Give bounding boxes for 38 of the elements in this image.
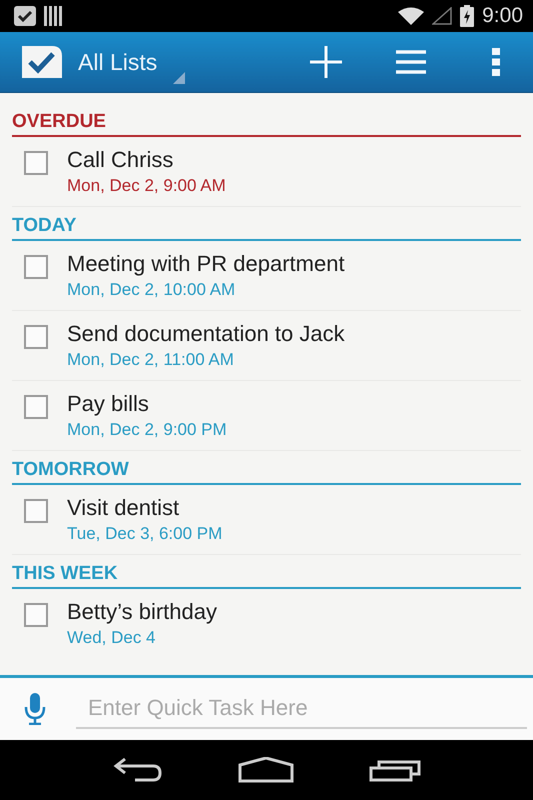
recent-apps-icon[interactable] bbox=[368, 758, 420, 782]
task-due-date: Mon, Dec 2, 10:00 AM bbox=[67, 280, 236, 300]
task-checkbox[interactable] bbox=[24, 151, 48, 175]
battery-charging-icon bbox=[460, 5, 474, 27]
task-title[interactable]: Betty’s birthday bbox=[67, 599, 218, 625]
task-title[interactable]: Meeting with PR department bbox=[67, 251, 345, 277]
list-selector-dropdown[interactable]: All Lists bbox=[78, 40, 186, 84]
section-header: TOMORROW bbox=[12, 455, 521, 485]
task-title[interactable]: Call Chriss bbox=[67, 147, 226, 173]
section-header: TODAY bbox=[12, 211, 521, 241]
task-title[interactable]: Visit dentist bbox=[67, 495, 222, 521]
task-due-date: Tue, Dec 3, 6:00 PM bbox=[67, 524, 222, 544]
task-checkbox[interactable] bbox=[24, 603, 48, 627]
task-checkbox[interactable] bbox=[24, 255, 48, 279]
microphone-icon[interactable] bbox=[24, 693, 46, 725]
home-icon[interactable] bbox=[238, 757, 294, 783]
task-title[interactable]: Pay bills bbox=[67, 391, 227, 417]
more-options-icon[interactable] bbox=[491, 48, 501, 76]
task-due-date: Mon, Dec 2, 9:00 AM bbox=[67, 176, 226, 196]
task-checkbox[interactable] bbox=[24, 325, 48, 349]
clock-time: 9:00 bbox=[482, 4, 523, 28]
menu-icon[interactable] bbox=[395, 49, 427, 75]
back-icon[interactable] bbox=[112, 757, 162, 783]
cellular-signal-icon bbox=[432, 7, 452, 25]
task-due-date: Mon, Dec 2, 11:00 AM bbox=[67, 350, 235, 370]
task-due-date: Wed, Dec 4 bbox=[67, 628, 157, 648]
task-title[interactable]: Send documentation to Jack bbox=[67, 321, 345, 347]
wifi-icon bbox=[398, 7, 424, 25]
barcode-notification-icon bbox=[44, 6, 62, 26]
task-due-date: Mon, Dec 2, 9:00 PM bbox=[67, 420, 227, 440]
section-header: OVERDUE bbox=[12, 107, 521, 137]
section-header: THIS WEEK bbox=[12, 559, 521, 589]
task-checkbox[interactable] bbox=[24, 395, 48, 419]
dropdown-corner-icon[interactable] bbox=[173, 72, 186, 84]
app-logo-icon[interactable] bbox=[20, 44, 64, 80]
checkbox-notification-icon bbox=[14, 6, 36, 26]
task-checkbox[interactable] bbox=[24, 499, 48, 523]
add-icon[interactable] bbox=[307, 43, 345, 81]
